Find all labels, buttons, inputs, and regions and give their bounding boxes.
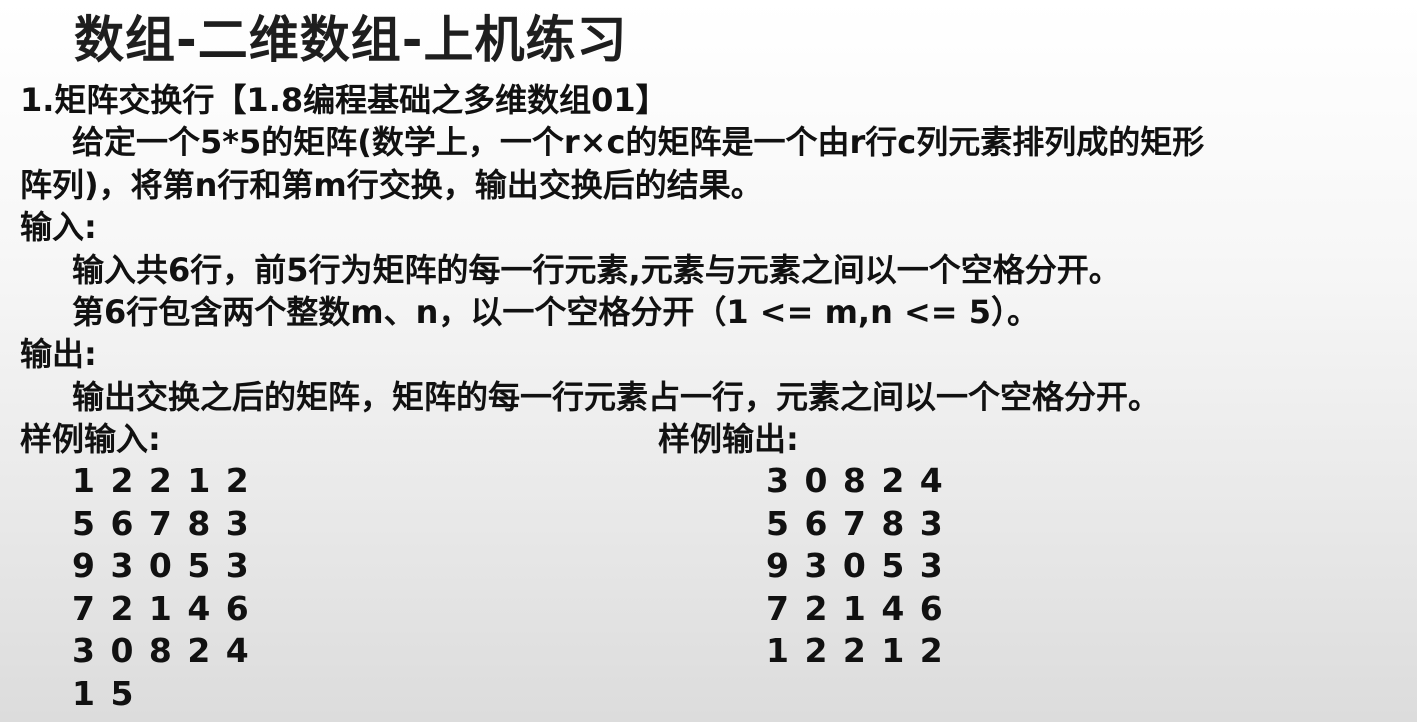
sample-input-label: 样例输入: bbox=[20, 420, 161, 458]
sample-input-row: 3 0 8 2 4 bbox=[72, 631, 251, 670]
sample-input-row: 1 5 bbox=[72, 673, 136, 713]
sample-input-row: 9 3 0 5 3 bbox=[72, 546, 251, 585]
input-label: 输入: bbox=[20, 208, 97, 246]
problem-heading: 1.矩阵交换行【1.8编程基础之多维数组01】 bbox=[20, 81, 668, 119]
sample-input-row: 5 6 7 8 3 bbox=[72, 503, 251, 543]
sample-input-row: 1 2 2 1 2 bbox=[72, 461, 251, 500]
sample-input-block: 1 2 2 1 2 5 6 7 8 3 9 3 0 5 3 7 2 1 4 6 … bbox=[72, 460, 251, 715]
sample-output-row: 3 0 8 2 4 bbox=[766, 461, 945, 500]
slide-title: 数组-二维数组-上机练习 bbox=[74, 11, 628, 69]
input-description-line-1: 输入共6行，前5行为矩阵的每一行元素,元素与元素之间以一个空格分开。 bbox=[72, 251, 1121, 289]
input-description-line-2: 第6行包含两个整数m、n，以一个空格分开（1 <= m,n <= 5）。 bbox=[72, 293, 1040, 331]
sample-output-row: 1 2 2 1 2 bbox=[766, 631, 945, 670]
output-label: 输出: bbox=[20, 335, 97, 373]
sample-output-label: 样例输出: bbox=[658, 420, 799, 458]
sample-output-row: 9 3 0 5 3 bbox=[766, 546, 945, 585]
problem-description-line-1: 给定一个5*5的矩阵(数学上，一个r×c的矩阵是一个由r行c列元素排列成的矩形 bbox=[72, 123, 1205, 161]
sample-output-row: 5 6 7 8 3 bbox=[766, 503, 945, 543]
sample-output-row: 7 2 1 4 6 bbox=[766, 588, 945, 628]
sample-output-block: 3 0 8 2 4 5 6 7 8 3 9 3 0 5 3 7 2 1 4 6 … bbox=[766, 460, 945, 673]
sample-input-row: 7 2 1 4 6 bbox=[72, 588, 251, 628]
problem-description-line-2: 阵列)，将第n行和第m行交换，输出交换后的结果。 bbox=[20, 166, 763, 204]
output-description-line-1: 输出交换之后的矩阵，矩阵的每一行元素占一行，元素之间以一个空格分开。 bbox=[72, 378, 1161, 416]
